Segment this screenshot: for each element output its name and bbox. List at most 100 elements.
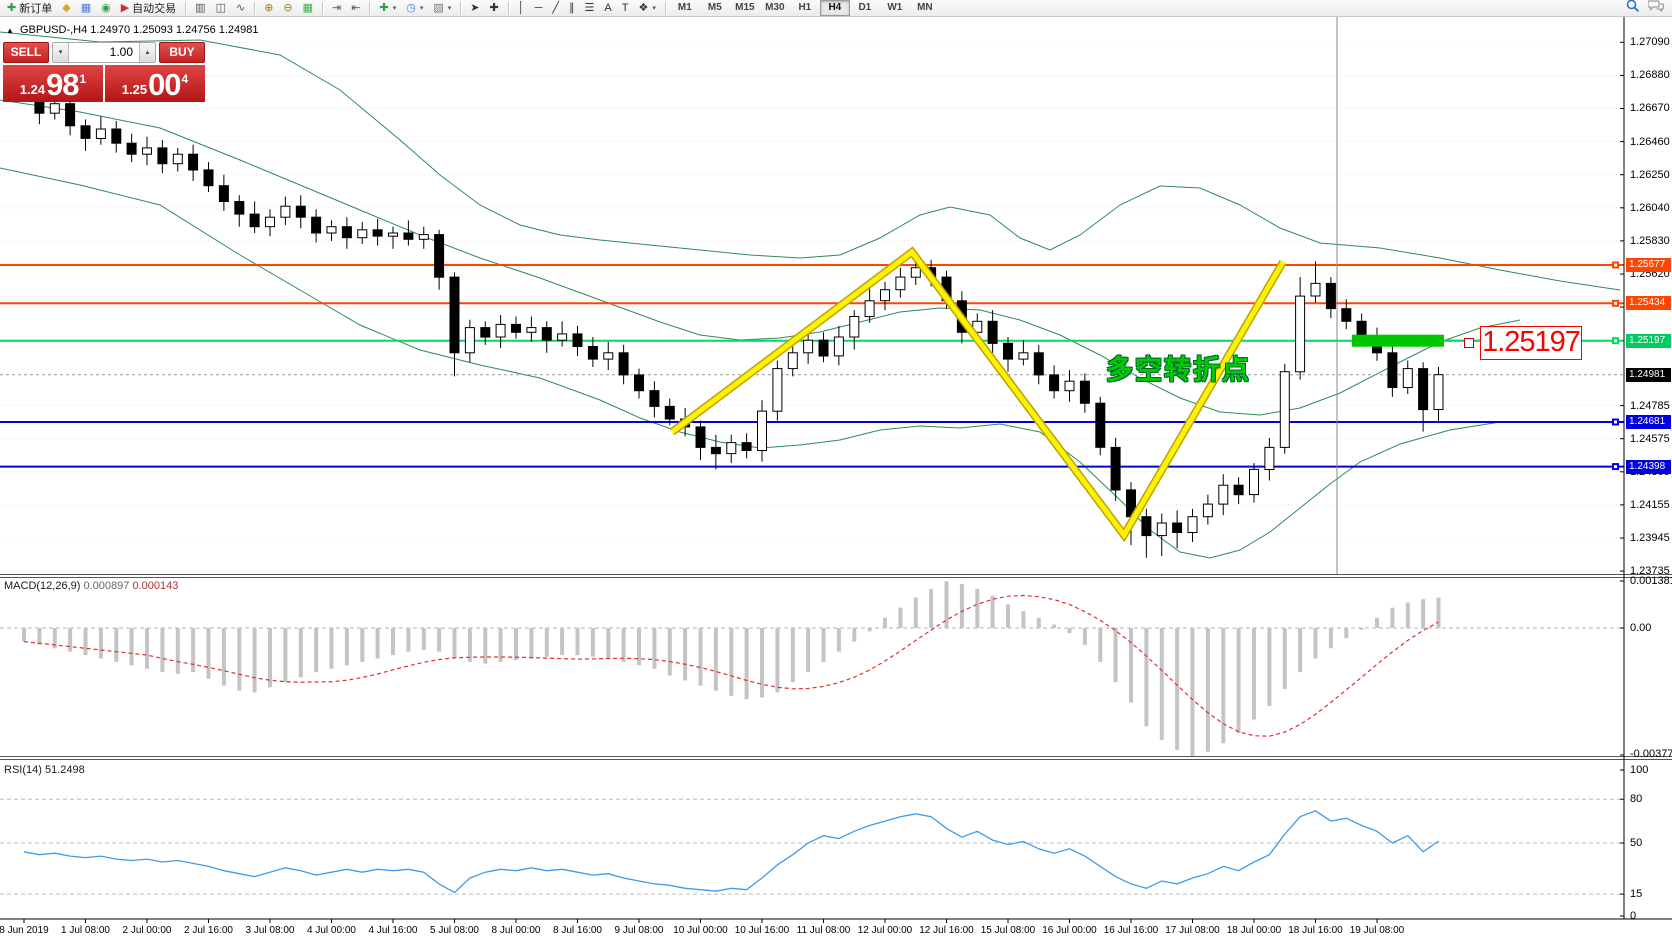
navigator-button[interactable]: ◉	[96, 0, 116, 17]
market-watch-button[interactable]: ▦	[76, 0, 96, 17]
timeframe-m1-button[interactable]: M1	[670, 0, 700, 16]
zoom-in-button[interactable]: ⊕	[259, 0, 278, 17]
label-button[interactable]: T	[617, 0, 634, 17]
mt4-window: ✚ 新订单 ◆▦◉ ▶ 自动交易 ▥◫∿⊕⊖▦⇥⇤✚▾◷▾▧▾➤✚│─╱∥☰AT…	[0, 0, 1672, 944]
bars-chart-button[interactable]: ▥	[190, 0, 210, 17]
zoom-out-icon: ⊖	[283, 1, 292, 16]
zoom-out-button[interactable]: ⊖	[278, 0, 297, 17]
tile-windows-icon: ▦	[303, 1, 313, 16]
chevron-down-icon: ▾	[652, 4, 656, 12]
chart-symbol-period: GBPUSD-,H4	[20, 24, 87, 36]
candles-chart-icon: ◫	[216, 1, 226, 16]
auto-scroll-icon: ⇥	[332, 1, 341, 16]
toolbar-separator	[508, 2, 509, 15]
sell-price-small: 1.24	[20, 82, 45, 97]
macd-signal-value: 0.000143	[132, 580, 178, 592]
timeframe-d1-button[interactable]: D1	[850, 0, 880, 16]
collapse-triangle-icon[interactable]: ▲	[6, 26, 14, 35]
arrows-icon: ❖	[638, 1, 648, 16]
macd-histogram	[22, 581, 1441, 756]
fibonacci-icon: ☰	[585, 1, 595, 16]
chevron-down-icon: ▾	[420, 4, 424, 12]
periods-button[interactable]: ◷▾	[401, 0, 428, 17]
cursor-button[interactable]: ➤	[465, 0, 484, 17]
fibonacci-button[interactable]: ☰	[580, 0, 600, 17]
arrows-button[interactable]: ❖▾	[633, 0, 660, 17]
auto-scroll-button[interactable]: ⇥	[327, 0, 346, 17]
timeframe-mn-button[interactable]: MN	[910, 0, 940, 16]
sell-price-pip: 1	[80, 72, 87, 86]
horizontal-line-button[interactable]: ─	[530, 0, 548, 17]
volume-value[interactable]: 1.00	[69, 43, 139, 62]
timeframe-m30-button[interactable]: M30	[760, 0, 790, 16]
profile-icon: ◆	[62, 1, 70, 16]
zoom-in-icon: ⊕	[264, 1, 273, 16]
channel-button[interactable]: ∥	[564, 0, 580, 17]
toolbar: ✚ 新订单 ◆▦◉ ▶ 自动交易 ▥◫∿⊕⊖▦⇥⇤✚▾◷▾▧▾➤✚│─╱∥☰AT…	[0, 0, 1672, 17]
chart-shift-button[interactable]: ⇤	[346, 0, 365, 17]
toolbar-left-icons: ◆ ▦◉	[57, 0, 115, 17]
line-chart-icon: ∿	[236, 1, 245, 16]
label-icon: T	[622, 1, 629, 16]
pane-separator[interactable]	[0, 756, 1672, 757]
rsi-value: 51.2498	[45, 764, 85, 776]
text-button[interactable]: A	[599, 0, 616, 17]
chat-icon[interactable]	[1648, 0, 1664, 18]
toolbar-separator	[460, 2, 461, 15]
buy-button[interactable]: BUY	[159, 42, 205, 63]
bars-chart-icon: ▥	[195, 1, 205, 16]
timeframe-h1-button[interactable]: H1	[790, 0, 820, 16]
zigzag-outline	[672, 252, 1283, 535]
chart-canvas[interactable]	[0, 0, 1672, 944]
toolbar-separator	[185, 2, 186, 15]
periods-icon: ◷	[406, 1, 416, 16]
autotrading-icon: ▶	[121, 1, 129, 16]
timeframe-w1-button[interactable]: W1	[880, 0, 910, 16]
buy-price-pip: 4	[182, 72, 189, 86]
cursor-icon: ➤	[470, 1, 479, 16]
chevron-down-icon: ▾	[448, 4, 452, 12]
volume-decrease-button[interactable]: ▾	[53, 43, 69, 62]
tile-windows-button[interactable]: ▦	[298, 0, 318, 17]
indicators-icon: ✚	[379, 1, 388, 16]
volume-increase-button[interactable]: ▴	[139, 43, 155, 62]
timeframe-m15-button[interactable]: M15	[730, 0, 760, 16]
trendline-button[interactable]: ╱	[547, 0, 564, 17]
rsi-name: RSI(14)	[4, 764, 42, 776]
price-callout-label[interactable]: 1.25197	[1480, 326, 1582, 360]
bollinger-lower-band	[0, 168, 1500, 558]
sell-button[interactable]: SELL	[3, 42, 49, 63]
chevron-down-icon: ▾	[393, 4, 397, 12]
highlight-rectangle[interactable]	[1352, 335, 1444, 347]
callout-anchor-handle[interactable]	[1464, 338, 1474, 348]
zigzag-annotation[interactable]	[672, 252, 1283, 535]
timeframe-m5-button[interactable]: M5	[700, 0, 730, 16]
toolbar-separator	[254, 2, 255, 15]
new-order-label: 新订单	[19, 0, 52, 16]
indicators-button[interactable]: ✚▾	[374, 0, 401, 17]
candles	[20, 66, 1444, 558]
macd-main-value: 0.000897	[83, 580, 129, 592]
annotation-text-cn[interactable]: 多空转折点	[1106, 348, 1251, 387]
crosshair-button[interactable]: ✚	[484, 0, 503, 17]
sell-price-display[interactable]: 1.24 98 1	[3, 65, 103, 102]
candles-chart-button[interactable]: ◫	[211, 0, 231, 17]
templates-icon: ▧	[433, 1, 443, 16]
profile-button[interactable]: ◆	[57, 0, 75, 17]
vertical-line-button[interactable]: │	[513, 0, 530, 17]
templates-button[interactable]: ▧▾	[428, 0, 456, 17]
search-icon[interactable]	[1626, 0, 1640, 18]
buy-price-display[interactable]: 1.25 00 4	[105, 65, 205, 102]
horizontal-line-icon: ─	[535, 1, 543, 16]
buy-price-big: 00	[148, 70, 180, 100]
toolbar-separator	[665, 2, 666, 15]
new-order-button[interactable]: ✚ 新订单	[2, 0, 57, 17]
volume-stepper: ▾ 1.00 ▴	[52, 42, 156, 63]
buy-price-small: 1.25	[122, 82, 147, 97]
macd-name: MACD(12,26,9)	[4, 580, 80, 592]
timeframe-h4-button[interactable]: H4	[820, 0, 850, 16]
pane-separator[interactable]	[0, 574, 1672, 575]
crosshair-icon: ✚	[489, 1, 498, 16]
line-chart-button[interactable]: ∿	[231, 0, 250, 17]
autotrading-button[interactable]: ▶ 自动交易	[116, 0, 181, 17]
